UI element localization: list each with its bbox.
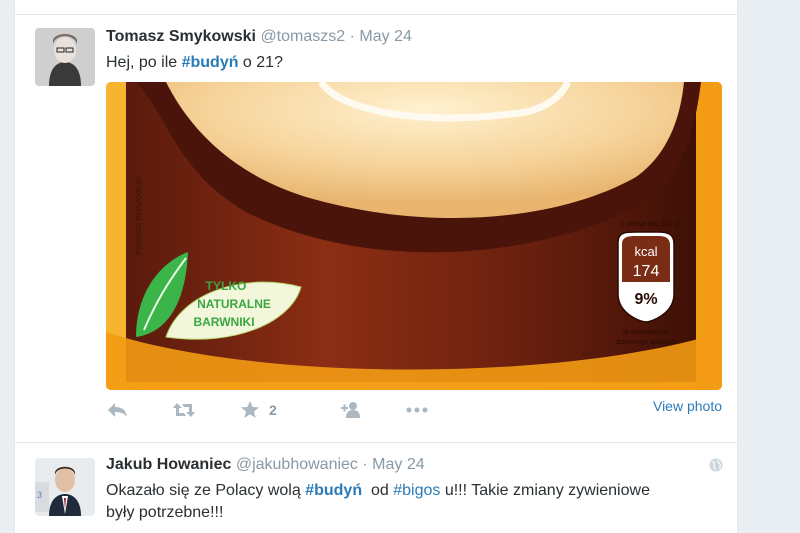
globe-icon — [709, 458, 723, 472]
separator: · — [362, 456, 368, 473]
text-after: o 21? — [238, 54, 283, 71]
tweet-text: Hej, po ile #budyń o 21? — [106, 52, 283, 74]
text-part-2: od — [362, 482, 394, 499]
timestamp[interactable]: May 24 — [359, 28, 411, 45]
daily-note-1: % wskazanego — [622, 329, 669, 336]
badge-line-3: BARWNIKI — [193, 315, 254, 329]
text-part-1: Okazało się ze Polacy wolą — [106, 482, 306, 499]
timeline-stream: Tomasz Smykowski @tomaszs2 · May 24 Hej,… — [14, 0, 738, 533]
text-part-3: u!!! Takie zmiany zywieniowe — [440, 482, 650, 499]
follow-icon[interactable] — [339, 400, 363, 425]
svg-text:3: 3 — [37, 490, 42, 500]
divider — [15, 442, 737, 443]
reply-icon[interactable] — [106, 400, 128, 425]
avatar[interactable]: 3 — [35, 458, 95, 516]
text-line-2: były potrzebne!!! — [106, 504, 224, 521]
tweet-header: Tomasz Smykowski @tomaszs2 · May 24 — [106, 28, 412, 46]
portion-label: 1 porcja (ok. 214 g) — [621, 221, 681, 228]
badge-line-2: NATURALNE — [197, 297, 271, 311]
timestamp[interactable]: May 24 — [372, 456, 424, 473]
tweet-1[interactable]: Tomasz Smykowski @tomaszs2 · May 24 Hej,… — [15, 28, 737, 438]
username[interactable]: @tomaszs2 — [260, 28, 345, 45]
side-text: propozycja podania — [134, 177, 144, 255]
fullname[interactable]: Jakub Howaniec — [106, 456, 231, 473]
tweet-2[interactable]: 3 Jakub Howaniec @jakubhowaniec · May 24… — [15, 456, 737, 533]
fullname[interactable]: Tomasz Smykowski — [106, 28, 256, 45]
text-before: Hej, po ile — [106, 54, 182, 71]
retweet-icon[interactable] — [172, 400, 196, 425]
avatar[interactable] — [35, 28, 95, 86]
username[interactable]: @jakubhowaniec — [236, 456, 358, 473]
badge-line-1: TYLKO — [206, 279, 247, 293]
favorite-icon[interactable] — [240, 400, 260, 425]
view-photo-link[interactable]: View photo — [653, 398, 722, 414]
hashtag-link[interactable]: #bigos — [393, 482, 440, 499]
kcal-value: 174 — [633, 263, 660, 280]
tweet-text: Okazało się ze Polacy wolą #budyń od #bi… — [106, 480, 650, 524]
hashtag-link[interactable]: #budyń — [182, 54, 239, 71]
hashtag-link[interactable]: #budyń — [305, 482, 362, 499]
kcal-label: kcal — [634, 244, 657, 259]
favorite-count[interactable]: 2 — [269, 402, 277, 418]
percent-value: 9% — [634, 291, 657, 308]
divider — [15, 14, 737, 15]
tweet-actions: 2 — [106, 400, 726, 428]
tweet-header: Jakub Howaniec @jakubhowaniec · May 24 — [106, 456, 425, 474]
more-options-icon[interactable] — [404, 400, 430, 425]
daily-note-2: dziennego spożycia — [615, 339, 677, 346]
separator: · — [349, 28, 355, 45]
tweet-media-photo[interactable]: propozycja podania TYLKO NATURALNE BARWN… — [106, 82, 722, 390]
